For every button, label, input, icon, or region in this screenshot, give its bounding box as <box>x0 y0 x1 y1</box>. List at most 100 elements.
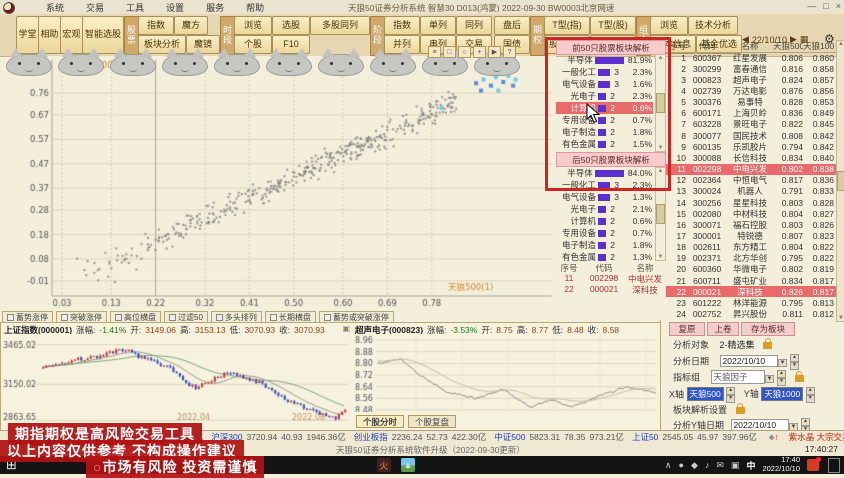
notification-badge-icon[interactable] <box>807 457 821 471</box>
tray-icon[interactable]: ✉ <box>716 460 724 471</box>
sector-row-专用设备[interactable]: 专用设备 2 0.7% <box>556 227 653 239</box>
column-header-序号[interactable]: 序号 <box>666 40 687 52</box>
toolbar-button-指数[interactable]: 指数 <box>384 16 420 35</box>
column-header-代码[interactable]: 代码 <box>687 40 727 52</box>
tray-icon[interactable]: ∧ <box>665 460 672 471</box>
table-row[interactable]: 4 002739 万达电影 0.876 0.856 <box>666 85 836 96</box>
toolbar-button-指数[interactable]: 指数 <box>138 16 174 35</box>
close-button[interactable]: × <box>836 1 841 11</box>
menu-设置[interactable]: 设置 <box>166 1 184 14</box>
scroll-up-icon[interactable]: ▲ <box>838 41 844 47</box>
sector-row-计算机[interactable]: 计算机 2 0.6% <box>556 215 653 227</box>
table-row[interactable]: 5 300376 易事特 0.828 0.853 <box>666 97 836 108</box>
toolbar-button-T型(指)[interactable]: T型(指) <box>544 16 590 35</box>
reset-button[interactable]: 复原 <box>669 322 705 336</box>
menu-交易[interactable]: 交易 <box>86 1 104 14</box>
toolbar-button-盘后[interactable]: 盘后 <box>494 16 530 35</box>
sector-row-半导体[interactable]: 半导体 8 1.9% <box>556 54 653 66</box>
index-name-创业板指[interactable]: 创业板指 <box>354 431 388 443</box>
minimize-button[interactable]: — <box>807 1 816 11</box>
dropdown-icon[interactable]: ▼ <box>777 359 788 368</box>
y-axis-spinner[interactable]: ▲ ▼ <box>805 387 815 403</box>
tray-icon[interactable]: ● <box>679 460 684 470</box>
analysis-target-value[interactable]: 2-精选集 <box>720 340 755 350</box>
indicator-group-select[interactable]: 天狼因子 <box>710 370 765 385</box>
table-row[interactable]: 8 300077 国民技术 0.808 0.842 <box>666 130 836 141</box>
sector-settings-label[interactable]: 板块解析设置 <box>673 405 727 415</box>
sector-row-电子制造[interactable]: 电子制造 2 1.8% <box>556 126 653 138</box>
toolbar-button-浏览[interactable]: 浏览 <box>650 16 688 35</box>
upgrade-notice[interactable]: 天狼50证券分析系统软件升级（2022-09-30更新） <box>336 444 525 456</box>
menu-系统[interactable]: 系统 <box>46 1 64 14</box>
sector-row-电子制造[interactable]: 电子制造 2 1.8% <box>556 239 653 251</box>
table-row[interactable]: 21 600711 盛屯矿业 0.834 0.817 <box>666 275 836 286</box>
show-desktop-button[interactable] <box>828 457 840 473</box>
table-row[interactable]: 14 300256 星星科技 0.803 0.828 <box>666 197 836 208</box>
sector-row-半导体[interactable]: 半导体 8 4.0% <box>556 167 653 179</box>
toolbar-button-T型(股)[interactable]: T型(股) <box>590 16 636 35</box>
table-row[interactable]: 16 300071 福石控股 0.803 0.826 <box>666 219 836 230</box>
menu-帮助[interactable]: 帮助 <box>246 1 264 14</box>
rollup-button[interactable]: 上卷 <box>707 322 739 336</box>
sector-panel-header-top[interactable]: 前50只股票板块解析 <box>556 40 666 55</box>
tab-个股分时[interactable]: 个股分时 <box>356 415 405 428</box>
indicator-spinner[interactable]: ▲ ▼ <box>777 370 786 386</box>
sector-panel-header-bottom[interactable]: 后50只股票板块解析 <box>556 152 666 167</box>
menu-工具[interactable]: 工具 <box>126 1 144 14</box>
scroll-down-icon[interactable]: ▼ <box>658 145 664 151</box>
sector-row-计算机[interactable]: 计算机 2 0.6% <box>556 102 653 114</box>
table-row[interactable]: 15 002080 中材科技 0.804 0.827 <box>666 208 836 219</box>
toolbar-button-魔方[interactable]: 魔方 <box>174 16 208 35</box>
mini-icon-○[interactable]: ○ <box>458 46 471 58</box>
mini-icon-+[interactable]: + <box>473 46 486 58</box>
index-name-上证50[interactable]: 上证50 <box>632 431 658 443</box>
table-row[interactable]: 9 600135 乐凯胶片 0.794 0.842 <box>666 141 836 152</box>
toolbar-button-浏览[interactable]: 浏览 <box>234 16 272 35</box>
column-header-天狼1000[interactable]: 天狼1000▼ <box>803 40 834 52</box>
toolbar-group-tab-股票[interactable]: 股票 <box>124 16 139 56</box>
taskbar-clock[interactable]: 17:40 2022/10/10 <box>762 456 800 473</box>
table-scrollbar[interactable]: ▲ ▼ <box>836 40 844 322</box>
toolbar-button-同列[interactable]: 同列 <box>456 16 492 35</box>
table-row[interactable]: 22 000021 深科技 0.826 0.817 <box>666 286 836 298</box>
sector-row-电气设备[interactable]: 电气设备 3 1.6% <box>556 78 653 90</box>
sector-list-scrollbar[interactable]: ▲ ▼ <box>655 54 666 152</box>
sector-row-一般化工[interactable]: 一般化工 3 2.3% <box>556 179 653 191</box>
table-row[interactable]: 24 002752 昇兴股份 0.811 0.812 <box>666 308 836 319</box>
table-row[interactable]: 1 600367 红星发展 0.806 0.860 <box>666 52 836 63</box>
scatter-chart[interactable] <box>16 56 556 310</box>
scroll-down-icon[interactable]: ▼ <box>658 254 664 260</box>
tray-icon[interactable]: ♪ <box>705 460 710 470</box>
dropdown-icon[interactable]: ▼ <box>764 375 775 384</box>
table-row[interactable]: 17 300001 特锐德 0.807 0.823 <box>666 230 836 241</box>
sector-row-电气设备[interactable]: 电气设备 3 1.3% <box>556 191 653 203</box>
sector-row-光电子[interactable]: 光电子 2 2.1% <box>556 203 653 215</box>
analysis-date-input[interactable]: 2022/10/10 <box>719 355 778 368</box>
x-axis-spinner[interactable]: ▲ ▼ <box>726 387 736 403</box>
toolbar-button-技术分析[interactable]: 技术分析 <box>688 16 738 35</box>
sector-row-有色金属[interactable]: 有色金属 2 1.5% <box>556 138 653 150</box>
input-method-indicator[interactable]: 中 <box>746 459 755 472</box>
mini-icon-?[interactable]: ? <box>503 46 516 58</box>
mini-table-row[interactable]: 22 000021 深科技 <box>556 284 664 296</box>
column-header-名称[interactable]: 名称 <box>727 40 773 52</box>
mini-icon-≡[interactable]: ≡ <box>428 46 441 58</box>
sector-row-一般化工[interactable]: 一般化工 3 2.3% <box>556 66 653 78</box>
table-row[interactable]: 12 002364 中恒电气 0.817 0.836 <box>666 175 836 186</box>
index-name-中证500[interactable]: 中证500 <box>494 431 525 443</box>
y-axis-select[interactable]: 天狼1000 <box>761 387 804 402</box>
table-row[interactable]: 7 603228 景旺电子 0.822 0.845 <box>666 119 836 130</box>
news-ticker[interactable]: 紫水晶 大宗交易:1496万 4.4% <box>789 431 844 443</box>
tab-个股复盘[interactable]: 个股复盘 <box>408 415 457 428</box>
app-icon-photos[interactable]: ▲ <box>400 458 415 472</box>
sector-list-scrollbar-2[interactable]: ▲ ▼ <box>655 167 666 261</box>
toolbar-group-tab-期权[interactable]: 期权 <box>530 16 545 56</box>
kline-chart[interactable] <box>2 334 350 422</box>
table-row[interactable]: 2 300299 富春通信 0.816 0.858 <box>666 63 836 74</box>
sector-row-专用设备[interactable]: 专用设备 2 0.7% <box>556 114 653 126</box>
sector-row-光电子[interactable]: 光电子 2 2.3% <box>556 90 653 102</box>
table-row[interactable]: 18 002611 东方精工 0.804 0.822 <box>666 242 836 253</box>
menu-服务[interactable]: 服务 <box>206 1 224 14</box>
mini-icon-□[interactable]: □ <box>443 46 456 58</box>
table-row[interactable]: 19 002371 北方华创 0.795 0.822 <box>666 253 836 264</box>
